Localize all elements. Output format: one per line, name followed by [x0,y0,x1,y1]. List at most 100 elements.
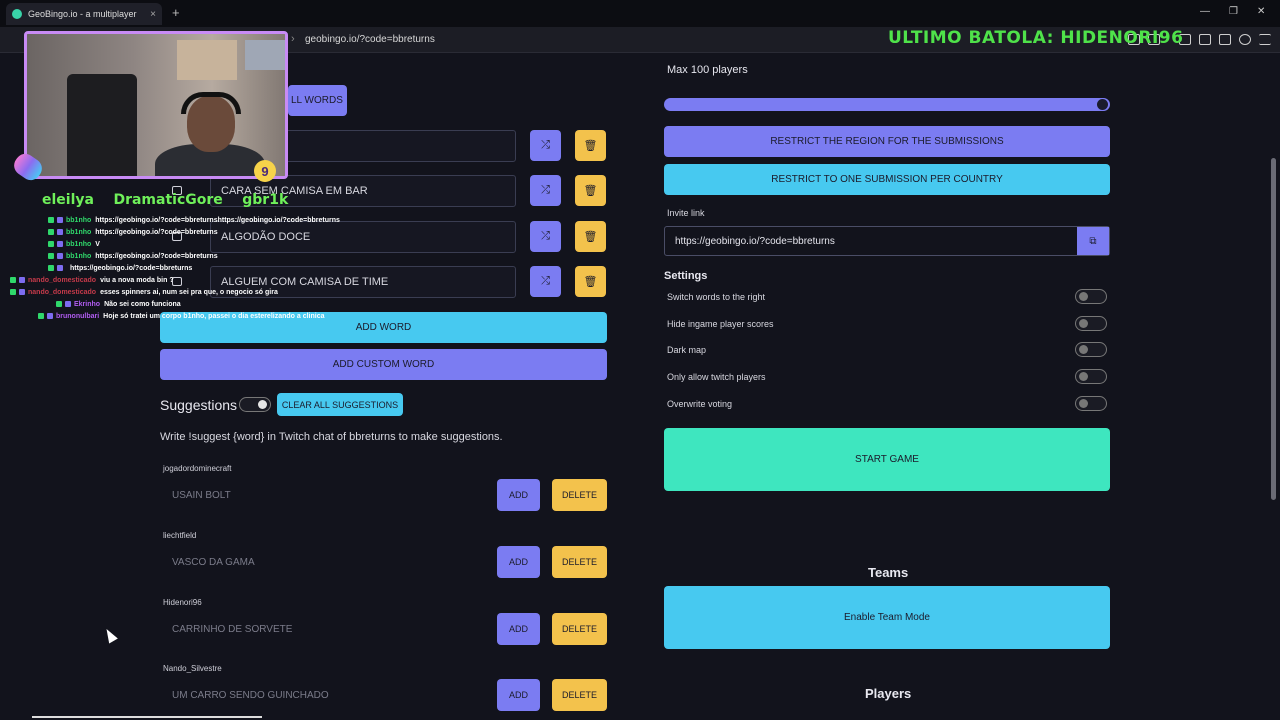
setting-toggle[interactable] [1075,289,1107,304]
players-title: Players [865,686,912,701]
tab-close-icon[interactable]: × [150,9,156,20]
suggestions-toggle[interactable] [239,397,271,412]
chat-message: brunonulbari Hoje só tratei um corpo b1nh… [10,310,350,322]
setting-label: Dark map [667,345,707,355]
new-tab-button[interactable]: + [172,5,180,20]
restrict-region-button[interactable]: RESTRICT THE REGION FOR THE SUBMISSIONS [664,126,1110,157]
suggestion-word: USAIN BOLT [172,490,231,501]
menu-icon[interactable] [1259,34,1271,45]
chat-text: Não sei como funciona [104,300,181,308]
toggle-knob [1079,292,1088,301]
tab-title: GeoBingo.io - a multiplayer [28,9,137,19]
chat-badge-icon [38,313,44,319]
max-players-label: Max 100 players [667,64,748,76]
chat-badge-icon [56,301,62,307]
setting-label: Switch words to the right [667,292,766,302]
suggestion-delete-button[interactable]: DELETE [552,546,607,578]
overlay-badge: 9 [254,160,276,182]
clear-all-words-button[interactable]: LL WORDS [288,85,347,116]
invite-url[interactable]: https://geobingo.io/?code=bbreturns [675,236,835,247]
chat-text: Hoje só tratei um corpo b1nho, passei o … [103,312,325,320]
add-custom-word-button[interactable]: ADD CUSTOM WORD [160,349,607,380]
restrict-one-submission-button[interactable]: RESTRICT TO ONE SUBMISSION PER COUNTRY [664,164,1110,195]
shuffle-word-button[interactable]: ⤮ [530,221,561,252]
shuffle-icon: ⤮ [541,275,550,287]
trash-icon: 🗑 [583,140,598,152]
twitch-chat-overlay: bb1nho https://geobingo.io/?code=bbreturn… [10,214,350,322]
suggestion-add-button[interactable]: ADD [497,679,540,711]
page-scrollbar[interactable] [1271,158,1276,500]
suggestion-add-button[interactable]: ADD [497,479,540,511]
max-players-slider[interactable] [664,98,1110,111]
favicon-icon [12,9,22,19]
chat-username: brunonulbari [56,312,100,320]
wallet-icon[interactable] [1199,34,1211,45]
setting-toggle[interactable] [1075,369,1107,384]
chat-message: nando_domesticado esses spinners ai, num … [10,286,350,298]
toggle-knob [1079,345,1088,354]
browser-tab[interactable]: GeoBingo.io - a multiplayer × [6,3,162,25]
clear-all-suggestions-button[interactable]: CLEAR ALL SUGGESTIONS [277,393,403,416]
setting-label: Hide ingame player scores [667,319,774,329]
settings-title: Settings [664,270,708,282]
shuffle-word-button[interactable]: ⤮ [530,175,561,206]
delete-word-button[interactable]: 🗑 [575,175,606,206]
chat-message: Ekrinho Não sei como funciona [10,298,350,310]
chat-text: https://geobingo.io/?code=bbreturns [95,228,218,236]
chat-badge-icon [10,289,16,295]
chat-message: bb1nho https://geobingo.io/?code=bbreturn… [10,214,350,226]
shuffle-icon: ⤮ [541,230,550,242]
chat-badge-icon [48,241,54,247]
shuffle-word-button[interactable]: ⤮ [530,266,561,297]
slider-thumb[interactable] [1097,99,1108,110]
delete-word-button[interactable]: 🗑 [575,266,606,297]
delete-label: DELETE [561,624,597,634]
start-game-label: START GAME [855,454,919,465]
setting-toggle[interactable] [1075,316,1107,331]
shuffle-word-button[interactable]: ⤮ [530,130,561,161]
webcam-overlay [24,31,288,179]
suggestion-user: Nando_Silvestre [163,664,222,673]
enable-team-mode-button[interactable]: Enable Team Mode [664,586,1110,649]
window-close-button[interactable]: ✕ [1257,6,1265,17]
toggle-knob [1079,372,1088,381]
overlay-subscribers: eleilya DramaticGore gbr1k [42,192,289,208]
delete-word-button[interactable]: 🗑 [575,221,606,252]
copy-icon[interactable]: ⧉ [1077,227,1109,255]
chat-text: https://geobingo.io/?code=bbreturns [95,252,218,260]
suggestion-delete-button[interactable]: DELETE [552,479,607,511]
toggle-knob [258,400,267,409]
suggestion-add-button[interactable]: ADD [497,546,540,578]
chat-message: bb1nho V [10,238,350,250]
delete-label: DELETE [561,490,597,500]
shield-icon[interactable] [1239,34,1251,45]
chat-username: bb1nho [66,216,92,224]
setting-toggle[interactable] [1075,342,1107,357]
maximize-button[interactable]: ❐ [1229,6,1238,17]
suggestion-delete-button[interactable]: DELETE [552,613,607,645]
add-custom-word-label: ADD CUSTOM WORD [332,359,435,370]
chat-badge-icon [48,253,54,259]
url-field[interactable]: geobingo.io/?code=bbreturns [305,34,435,45]
minimize-button[interactable]: — [1200,6,1210,17]
invite-link-field[interactable]: https://geobingo.io/?code=bbreturns ⧉ [664,226,1110,256]
chat-text: https://geobingo.io/?code=bbreturnshttps… [95,216,340,224]
ai-icon[interactable] [1219,34,1231,45]
delete-word-button[interactable]: 🗑 [575,130,606,161]
invite-link-label: Invite link [667,208,705,218]
chat-username: bb1nho [66,252,92,260]
suggestion-user: Hidenori96 [163,598,202,607]
trash-icon: 🗑 [583,276,598,288]
suggestions-title: Suggestions [160,397,238,413]
start-game-button[interactable]: START GAME [664,428,1110,491]
chat-username: bb1nho [66,228,92,236]
chat-badge-icon [48,229,54,235]
chat-message: bb1nho https://geobingo.io/?code=bbreturn… [10,250,350,262]
chat-message: nando_domesticado viu a nova moda bin ? [10,274,350,286]
suggestion-delete-button[interactable]: DELETE [552,679,607,711]
setting-label: Overwrite voting [667,399,733,409]
chat-sub-icon [57,217,63,223]
setting-toggle[interactable] [1075,396,1107,411]
chat-sub-icon [57,265,63,271]
suggestion-add-button[interactable]: ADD [497,613,540,645]
